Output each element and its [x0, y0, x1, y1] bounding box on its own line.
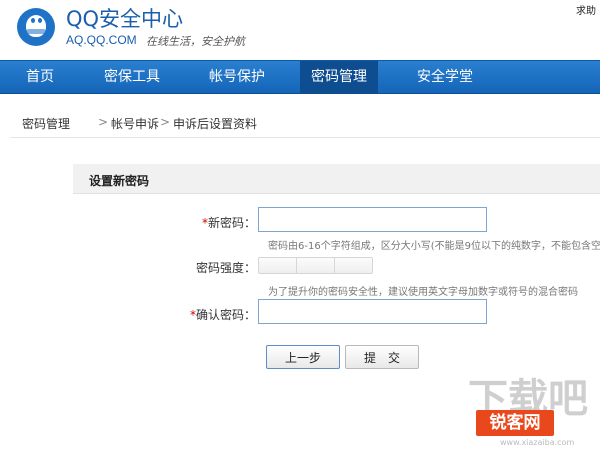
strength-segment-strong	[335, 258, 372, 273]
section-title: 设置新密码	[89, 174, 150, 188]
password-strength-meter	[258, 257, 373, 274]
nav-item-account-protection[interactable]: 帐号保护	[184, 61, 290, 94]
nav-item-password-management[interactable]: 密码管理	[300, 61, 378, 94]
site-header: QQ安全中心 AQ.QQ.COM 在线生活，安全护航 求助	[0, 0, 600, 60]
confirm-password-input[interactable]	[258, 299, 487, 324]
brand-title[interactable]: QQ安全中心	[66, 3, 183, 33]
confirm-password-label-text: 确认密码：	[195, 308, 256, 322]
section-header: 设置新密码	[73, 164, 600, 194]
new-password-input[interactable]	[258, 207, 487, 232]
watermark-badge: 锐客网	[476, 410, 554, 436]
strength-segment-medium	[297, 258, 335, 273]
breadcrumb-item-current: 申诉后设置资料	[173, 117, 258, 131]
breadcrumb-item-account-appeal[interactable]: 帐号申诉	[111, 115, 159, 132]
logo-eye-right	[38, 18, 42, 23]
nav-item-home[interactable]: 首页	[0, 61, 80, 94]
new-password-label-text: 新密码：	[207, 216, 256, 230]
nav-item-security-academy[interactable]: 安全学堂	[396, 61, 494, 94]
new-password-hint: 密码由6-16个字符组成，区分大小写(不能是9位以下的纯数字，不能包含空格)	[268, 241, 600, 252]
submit-button[interactable]: 提 交	[345, 345, 419, 369]
password-strength-label: 密码强度：	[195, 261, 256, 275]
password-strength-hint: 为了提升你的密码安全性，建议使用英文字母加数字或符号的混合密码	[268, 287, 578, 298]
qq-penguin-logo-icon[interactable]	[17, 8, 55, 46]
breadcrumb-separator: >	[98, 115, 109, 129]
confirm-password-label: *确认密码：	[180, 306, 256, 323]
breadcrumb-separator: >	[160, 115, 171, 129]
strength-segment-weak	[259, 258, 297, 273]
previous-step-button[interactable]: 上一步	[266, 345, 340, 369]
breadcrumb: 密码管理 > 帐号申诉 > 申诉后设置资料	[10, 106, 600, 138]
new-password-label: *新密码：	[180, 214, 256, 231]
help-link[interactable]: 求助	[576, 2, 596, 17]
brand-domain: AQ.QQ.COM	[66, 33, 137, 47]
page: QQ安全中心 AQ.QQ.COM 在线生活，安全护航 求助 首页 密保工具 帐号…	[0, 0, 600, 452]
watermark-url: www.xiazaiba.com	[500, 438, 575, 447]
logo-eye-left	[31, 18, 35, 23]
breadcrumb-item-password-management[interactable]: 密码管理	[22, 115, 70, 132]
nav-item-security-tools[interactable]: 密保工具	[80, 61, 184, 94]
main-nav: 首页 密保工具 帐号保护 密码管理 安全学堂	[0, 60, 600, 94]
brand-slogan: 在线生活，安全护航	[146, 35, 245, 48]
logo-scarf	[26, 29, 46, 34]
